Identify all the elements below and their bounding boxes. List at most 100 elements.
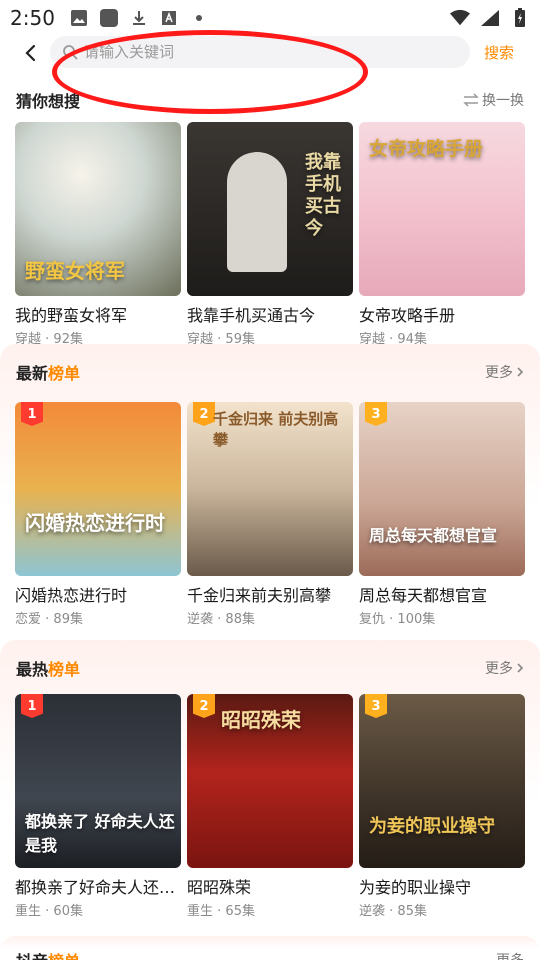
search-input[interactable] [84,43,424,61]
drama-card[interactable]: 1 闪婚热恋进行时 闪婚热恋进行时 恋爱 · 89集 [15,402,181,627]
latest-cards: 1 闪婚热恋进行时 闪婚热恋进行时 恋爱 · 89集 2 千金归来 前夫别高攀 … [15,402,525,627]
card-episodes: 100集 [397,612,436,627]
guess-section: 猜你想搜 换一换 野蛮女将军 我的野蛮女将军 穿越 · 92集 我靠手机买古今 … [0,74,540,347]
poster-title: 昭昭殊荣 [221,708,301,732]
guess-cards: 野蛮女将军 我的野蛮女将军 穿越 · 92集 我靠手机买古今 我靠手机买通古今 … [15,122,525,347]
drama-card[interactable]: 2 千金归来 前夫别高攀 千金归来前夫别高攀 逆袭 · 88集 [187,402,353,627]
rank-badge: 1 [21,402,43,426]
card-episodes: 89集 [53,612,83,627]
poster-title: 闪婚热恋进行时 [25,511,165,535]
chevron-left-icon [25,44,36,62]
latest-title: 最新榜单 [16,364,81,383]
card-episodes: 65集 [225,904,255,919]
card-genre: 恋爱 [15,612,42,627]
refresh-button[interactable]: 换一换 [463,90,524,110]
poster-title: 野蛮女将军 [25,259,125,283]
poster-image: 我靠手机买古今 [187,122,353,296]
search-button[interactable]: 搜索 [484,42,514,63]
more-label: 更多 [485,365,513,381]
refresh-label: 换一换 [482,93,524,109]
drama-card[interactable]: 3 周总每天都想官宣 周总每天都想官宣 复仇 · 100集 [359,402,525,627]
card-title: 我靠手机买通古今 [187,306,316,325]
app-icon [99,8,119,28]
card-meta: 恋爱 · 89集 [15,612,83,627]
latest-section: 最新榜单 更多 1 闪婚热恋进行时 闪婚热恋进行时 恋爱 · 89集 2 千金归… [0,344,540,640]
more-label: 更多 [496,950,524,960]
card-title: 千金归来前夫别高攀 [187,586,332,605]
more-dot-icon [189,8,209,28]
notification-icons [69,8,209,28]
card-meta: 重生 · 60集 [15,904,83,919]
guess-title: 猜你想搜 [16,92,81,111]
search-icon [63,45,78,60]
douyin-more-button[interactable]: 更多 [496,950,524,960]
drama-card[interactable]: 我靠手机买古今 我靠手机买通古今 穿越 · 59集 [187,122,353,347]
poster-title: 周总每天都想官宣 [369,526,498,545]
drama-card[interactable]: 野蛮女将军 我的野蛮女将军 穿越 · 92集 [15,122,181,347]
latest-header: 最新榜单 更多 [16,360,524,384]
card-meta: 逆袭 · 85集 [359,904,427,919]
card-title: 女帝攻略手册 [359,306,456,325]
card-genre: 逆袭 [187,612,214,627]
poster-image: 1 都换亲了 好命夫人还是我 [15,694,181,868]
douyin-section: 抖音榜单 更多 [0,936,540,960]
card-title: 我的野蛮女将军 [15,306,128,325]
card-meta: 复仇 · 100集 [359,612,436,627]
douyin-title: 抖音榜单 [16,948,80,960]
poster-title: 都换亲了 好命夫人还是我 [25,812,175,855]
card-title: 昭昭殊荣 [187,878,252,897]
poster-title: 千金归来 前夫别高攀 [213,410,339,449]
back-button[interactable] [18,40,44,66]
chevron-right-icon [517,663,524,673]
hottest-header: 最热榜单 更多 [16,656,524,680]
poster-image: 2 昭昭殊荣 [187,694,353,868]
card-title: 周总每天都想官宣 [359,586,488,605]
font-icon [159,8,179,28]
poster-image: 3 为妾的职业操守 [359,694,525,868]
card-genre: 重生 [15,904,42,919]
card-meta: 逆袭 · 88集 [187,612,255,627]
hottest-more-button[interactable]: 更多 [485,658,524,678]
swap-icon [463,93,479,107]
card-episodes: 85集 [397,904,427,919]
drama-card[interactable]: 1 都换亲了 好命夫人还是我 都换亲了好命夫人还是我 重生 · 60集 [15,694,181,919]
rank-badge: 1 [21,694,43,718]
hottest-cards: 1 都换亲了 好命夫人还是我 都换亲了好命夫人还是我 重生 · 60集 2 昭昭… [15,694,525,919]
chevron-right-icon [517,367,524,377]
poster-title: 为妾的职业操守 [369,816,495,837]
guess-header: 猜你想搜 换一换 [16,88,524,112]
search-box[interactable] [50,36,470,68]
drama-card[interactable]: 2 昭昭殊荣 昭昭殊荣 重生 · 65集 [187,694,353,919]
hottest-title: 最热榜单 [16,660,81,679]
hottest-section: 最热榜单 更多 1 都换亲了 好命夫人还是我 都换亲了好命夫人还是我 重生 · … [0,640,540,936]
card-title: 都换亲了好命夫人还是我 [15,878,181,897]
card-episodes: 88集 [225,612,255,627]
system-icons [450,8,530,28]
poster-image: 女帝攻略手册 [359,122,525,296]
more-label: 更多 [485,661,513,677]
card-genre: 复仇 [359,612,386,627]
poster-image: 2 千金归来 前夫别高攀 [187,402,353,576]
douyin-header: 抖音榜单 更多 [16,948,524,960]
rank-badge: 2 [193,694,215,718]
card-meta: 重生 · 65集 [187,904,255,919]
drama-card[interactable]: 女帝攻略手册 女帝攻略手册 穿越 · 94集 [359,122,525,347]
poster-title: 女帝攻略手册 [369,138,484,160]
card-genre: 重生 [187,904,214,919]
download-icon [129,8,149,28]
poster-image: 3 周总每天都想官宣 [359,402,525,576]
rank-badge: 3 [365,694,387,718]
poster-image: 1 闪婚热恋进行时 [15,402,181,576]
rank-badge: 3 [365,402,387,426]
signal-icon [480,8,500,28]
card-episodes: 60集 [53,904,83,919]
latest-more-button[interactable]: 更多 [485,362,524,382]
rank-badge: 2 [193,402,215,426]
status-time: 2:50 [10,6,55,30]
card-genre: 逆袭 [359,904,386,919]
status-bar: 2:50 [0,0,540,36]
image-icon [69,8,89,28]
wifi-icon [450,8,470,28]
drama-card[interactable]: 3 为妾的职业操守 为妾的职业操守 逆袭 · 85集 [359,694,525,919]
search-header: 搜索 [0,36,540,70]
